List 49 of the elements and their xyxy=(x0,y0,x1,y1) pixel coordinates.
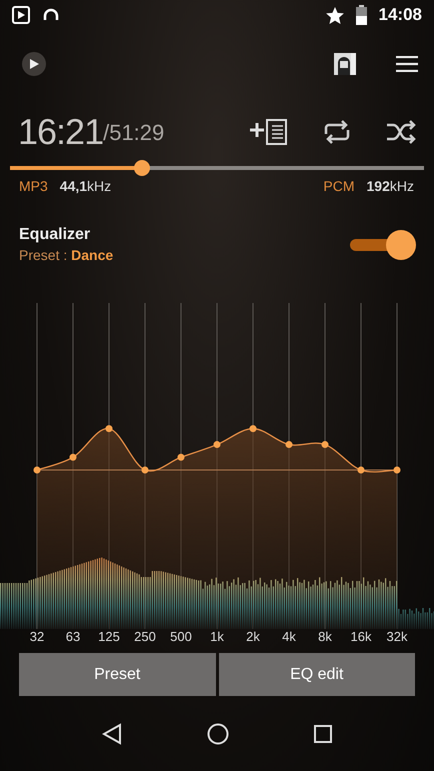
seek-thumb[interactable] xyxy=(134,160,150,176)
star-icon xyxy=(326,6,344,24)
equalizer-switch[interactable] xyxy=(350,230,416,260)
output-format: PCM xyxy=(323,178,355,194)
add-to-playlist-icon[interactable] xyxy=(250,119,288,145)
eq-edit-button[interactable]: EQ edit xyxy=(218,653,415,696)
preset-name: Preset : Dance xyxy=(19,247,114,263)
battery-icon xyxy=(356,5,367,25)
output-rate: 192kHz xyxy=(366,178,414,194)
play-button[interactable] xyxy=(22,52,46,76)
status-time: 14:08 xyxy=(378,5,422,25)
band-label: 32k xyxy=(386,629,408,645)
source-format: MP3 xyxy=(19,178,48,194)
menu-icon[interactable] xyxy=(396,56,418,72)
repeat-icon[interactable] xyxy=(322,120,352,144)
band-label: 250 xyxy=(133,629,157,645)
eq-band-handle[interactable] xyxy=(214,441,220,448)
play-box-icon xyxy=(12,6,30,24)
play-icon xyxy=(29,59,39,69)
band-label: 125 xyxy=(97,629,121,645)
back-icon[interactable] xyxy=(102,722,122,744)
eq-band-handle[interactable] xyxy=(106,425,112,432)
band-label: 8k xyxy=(317,629,333,645)
eq-band-handle[interactable] xyxy=(322,441,328,448)
elapsed-time: 16:21 xyxy=(18,111,104,153)
band-label: 1k xyxy=(209,629,225,645)
eq-band-handle[interactable] xyxy=(34,466,40,474)
band-label: 63 xyxy=(64,629,82,645)
total-time: /51:29 xyxy=(103,120,164,146)
band-label: 500 xyxy=(169,629,193,645)
band-label: 16k xyxy=(350,629,372,645)
headphones-icon xyxy=(42,8,60,22)
source-rate: 44,1kHz xyxy=(60,178,112,194)
eq-band-handle[interactable] xyxy=(394,466,400,474)
band-label: 4k xyxy=(281,629,297,645)
preset-button[interactable]: Preset xyxy=(19,653,216,696)
home-icon[interactable] xyxy=(206,722,229,744)
eq-band-handle[interactable] xyxy=(178,454,184,461)
recents-icon[interactable] xyxy=(314,724,332,742)
equalizer-title: Equalizer xyxy=(19,226,92,244)
eq-band-handle[interactable] xyxy=(250,425,256,432)
eq-band-handle[interactable] xyxy=(286,441,292,448)
album-art-icon[interactable] xyxy=(334,53,356,75)
eq-band-handle[interactable] xyxy=(70,454,76,461)
shuffle-icon[interactable] xyxy=(386,120,416,144)
band-label: 2k xyxy=(245,629,261,645)
eq-band-handle[interactable] xyxy=(358,466,364,474)
eq-band-handle[interactable] xyxy=(142,466,148,474)
band-label: 32 xyxy=(28,629,46,645)
